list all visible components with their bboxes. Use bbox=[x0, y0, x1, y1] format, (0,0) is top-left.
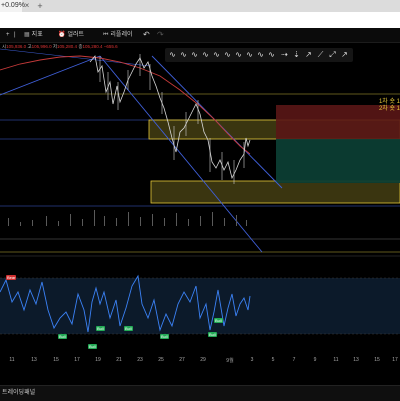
arrow-right-tool-icon[interactable]: ⇢ bbox=[279, 48, 290, 62]
fib-tool-icon[interactable]: ∿ bbox=[167, 48, 178, 62]
x-tick: 17 bbox=[74, 357, 80, 363]
low-value: 105,280.4 bbox=[57, 44, 78, 49]
bottom-panel-bar: 트레이딩패널 bbox=[0, 385, 400, 401]
short-target-box bbox=[276, 139, 400, 183]
x-tick: 15 bbox=[374, 357, 380, 363]
x-tick: 21 bbox=[116, 357, 122, 363]
indicators-button[interactable]: ▦ 지표 bbox=[24, 28, 43, 42]
rsi-bull-tag: Bull bbox=[88, 344, 97, 349]
arrow-down-tool-icon[interactable]: ⇣ bbox=[291, 48, 302, 62]
x-tick: 7 bbox=[292, 357, 296, 363]
drawing-toolbar: ∿ ∿ ∿ ∿ ∿ ∿ ∿ ∿ ∿ ∿ ⇢ ⇣ ↗ ⟋ ⤢ ↗ bbox=[165, 48, 353, 62]
price-candles bbox=[99, 54, 245, 184]
rsi-bull-tag: Bull bbox=[208, 332, 217, 337]
separator: | bbox=[14, 32, 16, 38]
chart-toolbar: + | ▦ 지표 ⏰ 얼러트 ⏮ 리플레이 ↶ ↷ bbox=[0, 28, 400, 43]
x-tick: 27 bbox=[179, 357, 185, 363]
x-tick: 19 bbox=[95, 357, 101, 363]
rsi-bull-tag: Bull bbox=[58, 334, 67, 339]
indicators-label: 지표 bbox=[31, 32, 43, 38]
volume-bars bbox=[8, 210, 247, 226]
pattern-tool-icon[interactable]: ∿ bbox=[233, 48, 244, 62]
pattern-tool-icon[interactable]: ∿ bbox=[211, 48, 222, 62]
x-tick: 9 bbox=[313, 357, 317, 363]
high-value: 105,996.0 bbox=[31, 44, 52, 49]
rsi-band bbox=[0, 278, 400, 334]
rsi-bull-tag: Bull bbox=[124, 326, 133, 331]
lower-support-zone bbox=[150, 180, 400, 204]
x-tick: 29 bbox=[200, 357, 206, 363]
x-tick: 9월 bbox=[226, 358, 234, 364]
pattern-tool-icon[interactable]: ∿ bbox=[255, 48, 266, 62]
rsi-bull-tag: Bull bbox=[160, 334, 169, 339]
ray-tool-icon[interactable]: ↗ bbox=[339, 48, 350, 62]
browser-tab[interactable]: +0.09% bbox=[0, 0, 25, 12]
new-tab-icon[interactable]: + bbox=[35, 0, 45, 12]
x-tick: 25 bbox=[158, 357, 164, 363]
change-value: −655.6 bbox=[103, 44, 118, 49]
channel-upper-line bbox=[0, 55, 101, 96]
second-target-label: 2차 숏 1 bbox=[378, 106, 400, 112]
pattern-tool-icon[interactable]: ∿ bbox=[189, 48, 200, 62]
x-tick: 15 bbox=[53, 357, 59, 363]
x-tick: 11 bbox=[333, 357, 339, 363]
ohlc-readout: 시105,936.0 고105,996.0 저105,280.4 종105,28… bbox=[2, 44, 118, 50]
x-tick: 13 bbox=[31, 357, 37, 363]
chart-canvas[interactable]: Bear Bull Bull Bull Bull Bull Bull Bull bbox=[0, 42, 400, 385]
pattern-tool-icon[interactable]: ∿ bbox=[244, 48, 255, 62]
x-tick: 17 bbox=[392, 357, 398, 363]
arrow-up-tool-icon[interactable]: ↗ bbox=[303, 48, 314, 62]
alert-icon: ⏰ bbox=[58, 32, 66, 38]
trading-panel-tab[interactable]: 트레이딩패널 bbox=[2, 386, 35, 401]
rsi-bull-tag: Bull bbox=[214, 318, 223, 323]
replay-button[interactable]: ⏮ 리플레이 bbox=[103, 28, 133, 42]
x-tick: 23 bbox=[137, 357, 143, 363]
pattern-tool-icon[interactable]: ∿ bbox=[200, 48, 211, 62]
undo-icon[interactable]: ↶ bbox=[143, 28, 150, 42]
rsi-bear-tag: Bear bbox=[6, 275, 17, 280]
rsi-bull-tag: Bull bbox=[96, 326, 105, 331]
address-bar[interactable] bbox=[0, 12, 400, 29]
x-tick: 3 bbox=[250, 357, 254, 363]
alert-label: 얼러트 bbox=[67, 32, 85, 38]
close-tab-icon[interactable]: × bbox=[22, 0, 32, 12]
indicators-icon: ▦ bbox=[24, 32, 30, 38]
x-tick: 13 bbox=[353, 357, 359, 363]
trendline-tool-icon[interactable]: ⟋ bbox=[315, 48, 326, 62]
close-value: 105,280.4 bbox=[82, 44, 103, 49]
brush-tool-icon[interactable]: ⤢ bbox=[327, 48, 338, 62]
add-symbol-icon[interactable]: + bbox=[6, 28, 10, 42]
x-axis: 11 13 15 17 19 21 23 25 27 29 9월 3 5 7 9… bbox=[0, 357, 400, 367]
x-tick: 11 bbox=[9, 357, 15, 363]
replay-label: 리플레이 bbox=[110, 32, 133, 38]
replay-icon: ⏮ bbox=[103, 32, 109, 38]
alert-button[interactable]: ⏰ 얼러트 bbox=[58, 28, 84, 42]
pattern-tool-icon[interactable]: ∿ bbox=[178, 48, 189, 62]
browser-tab-strip: +0.09% × + bbox=[0, 0, 400, 12]
x-tick: 5 bbox=[271, 357, 275, 363]
open-value: 105,936.0 bbox=[6, 44, 27, 49]
redo-icon[interactable]: ↷ bbox=[157, 28, 164, 42]
pattern-tool-icon[interactable]: ∿ bbox=[222, 48, 233, 62]
pattern-tool-icon[interactable]: ∿ bbox=[266, 48, 277, 62]
